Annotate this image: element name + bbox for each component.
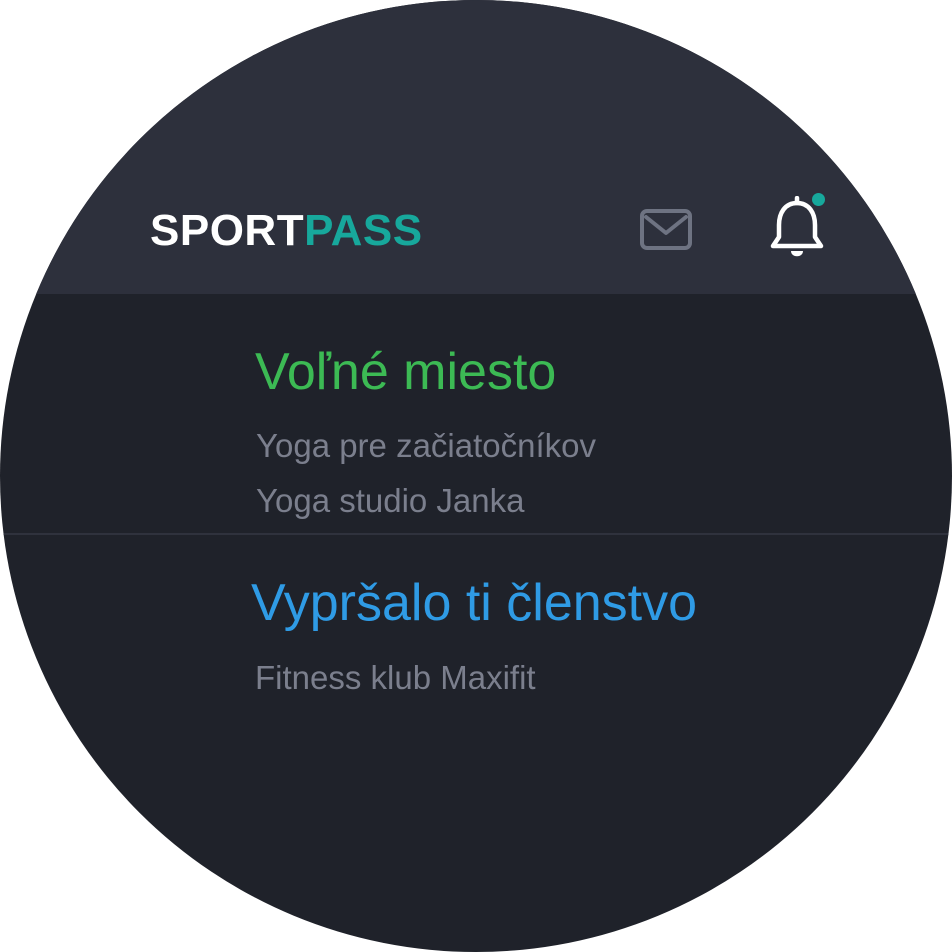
notification-title: Vypršalo ti členstvo	[251, 574, 698, 632]
notification-club-name: Fitness klub Maxifit	[255, 659, 536, 696]
notification-membership-expired[interactable]: Vypršalo ti členstvo Fitness klub Maxifi…	[0, 535, 952, 952]
app-logo: SPORTPASS	[150, 204, 423, 258]
logo-sport-text: SPORT	[150, 206, 305, 255]
notification-class-name: Yoga pre začiatočníkov	[256, 427, 597, 464]
notification-free-spot[interactable]: Voľné miesto Yoga pre začiatočníkov Yoga…	[0, 294, 952, 534]
logo-pass-text: PASS	[304, 206, 423, 255]
notification-studio-name: Yoga studio Janka	[256, 482, 525, 519]
envelope-icon[interactable]	[638, 206, 694, 254]
watch-screen: SPORTPASS Voľné miesto Yoga pre začiatoč…	[0, 0, 952, 952]
unread-indicator-dot	[812, 193, 825, 206]
notification-title: Voľné miesto	[255, 343, 557, 401]
app-header: SPORTPASS	[0, 0, 952, 294]
